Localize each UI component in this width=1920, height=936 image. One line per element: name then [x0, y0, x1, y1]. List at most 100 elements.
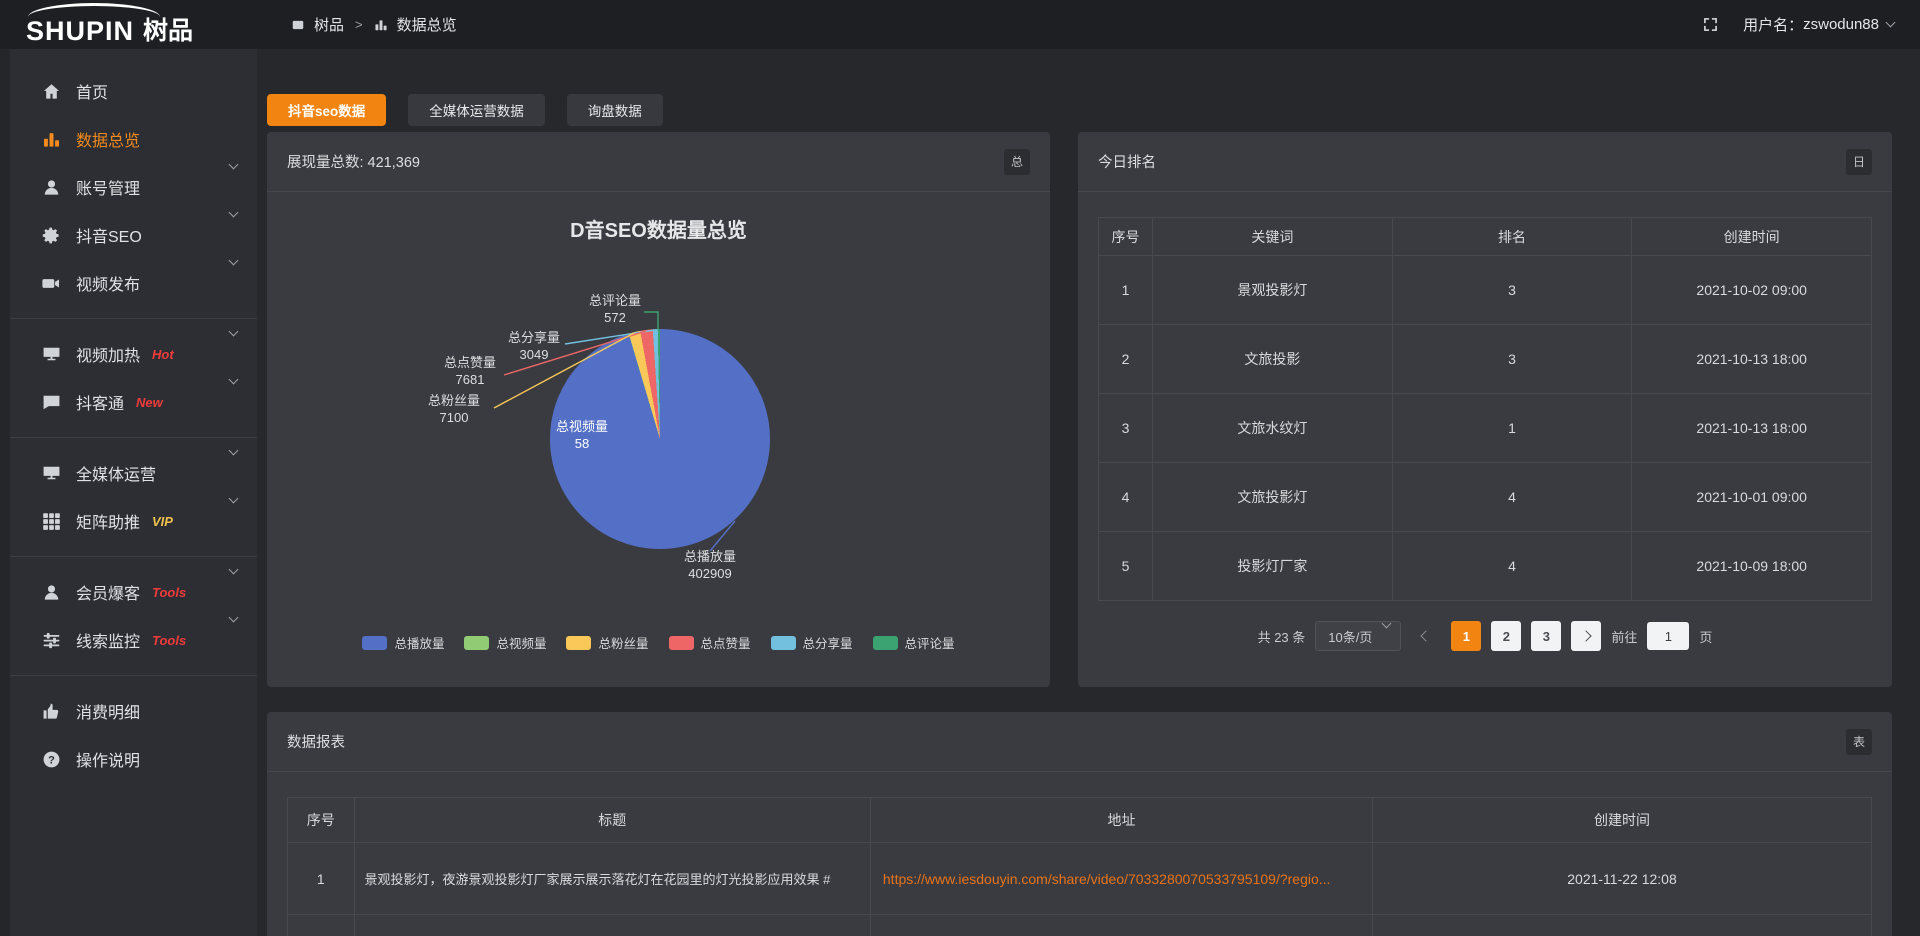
pie-label-likes: 总点赞量7681 — [427, 354, 513, 388]
hot-badge: Hot — [152, 347, 174, 362]
pagination: 共 23 条 10条/页 1 2 3 前往 页 — [1098, 621, 1872, 651]
legend-item-comments[interactable]: 总评论量 — [873, 633, 955, 652]
rank-table: 序号 关键词 排名 创建时间 1 景观投影灯 3 2021-10-02 09:0… — [1098, 217, 1872, 601]
sidebar-item-label: 视频加热 — [76, 342, 140, 366]
legend-item-likes[interactable]: 总点赞量 — [669, 633, 751, 652]
col-header: 关键词 — [1153, 218, 1393, 256]
rank-panel-title: 今日排名 — [1098, 151, 1156, 172]
chart-title: D音SEO数据量总览 — [267, 214, 1050, 243]
cell: 投影灯厂家 — [1153, 532, 1393, 601]
pie-label-videos: 总视频量58 — [535, 418, 629, 452]
table-row: 1 景观投影灯，夜游景观投影灯厂家展示展示落花灯在花园里的灯光投影应用效果 # … — [288, 843, 1872, 915]
sidebar-item-member[interactable]: 会员爆客 Tools — [0, 568, 257, 616]
user-icon — [42, 583, 61, 602]
sidebar-item-video-publish[interactable]: 视频发布 — [0, 259, 257, 307]
topbar-right: 用户名： zswodun88 — [1702, 14, 1894, 35]
today-rank-panel: 今日排名 日 序号 关键词 排名 创建时间 1 景观投影灯 3 — [1078, 132, 1892, 687]
cell — [870, 915, 1372, 936]
breadcrumb-item-overview[interactable]: 数据总览 — [397, 14, 457, 35]
gear-icon — [42, 226, 61, 245]
table-badge-button[interactable]: 表 — [1846, 729, 1872, 755]
tab-inquiry-data[interactable]: 询盘数据 — [567, 94, 663, 126]
legend-item-videos[interactable]: 总视频量 — [464, 633, 546, 652]
monitor-icon — [42, 464, 61, 483]
sidebar-item-clue-monitor[interactable]: 线索监控 Tools — [0, 616, 257, 664]
chevron-down-icon — [1886, 18, 1896, 28]
cell: 4 — [1099, 463, 1153, 532]
sidebar-item-douketong[interactable]: 抖客通 New — [0, 378, 257, 426]
seo-chart-panel: 展现量总数: 421,369 总 D音SEO数据量总览 总评论量572 总分享量… — [267, 132, 1050, 687]
tab-douyin-seo-data[interactable]: 抖音seo数据 — [267, 94, 386, 126]
legend-item-plays[interactable]: 总播放量 — [362, 633, 444, 652]
sidebar-item-matrix-boost[interactable]: 矩阵助推 VIP — [0, 497, 257, 545]
cell: 2021-10-13 18:00 — [1632, 325, 1872, 394]
fullscreen-icon[interactable] — [1702, 16, 1719, 33]
page-button-1[interactable]: 1 — [1451, 621, 1481, 651]
page-size-select[interactable]: 10条/页 — [1315, 621, 1401, 651]
total-badge-button[interactable]: 总 — [1004, 149, 1030, 175]
col-header: 序号 — [288, 798, 355, 843]
sidebar-item-douyin-seo[interactable]: 抖音SEO — [0, 211, 257, 259]
pagination-total: 共 23 条 — [1258, 627, 1306, 646]
bar-chart-icon — [374, 18, 388, 32]
page-button-2[interactable]: 2 — [1491, 621, 1521, 651]
day-badge-button[interactable]: 日 — [1846, 149, 1872, 175]
sidebar-item-label: 数据总览 — [76, 127, 140, 151]
legend-swatch — [566, 636, 591, 650]
pie-chart-region: D音SEO数据量总览 总评论量572 总分享量3049 总点赞量7681 — [267, 192, 1050, 686]
report-table: 序号 标题 地址 创建时间 1 景观投影灯，夜游景观投影灯厂家展示展示落花灯在花… — [287, 797, 1872, 936]
sidebar-item-account[interactable]: 账号管理 — [0, 163, 257, 211]
cell: 2021-10-13 18:00 — [1632, 394, 1872, 463]
user-icon — [42, 178, 61, 197]
cell: 文旅水纹灯 — [1153, 394, 1393, 463]
tab-media-ops-data[interactable]: 全媒体运营数据 — [408, 94, 545, 126]
new-badge: New — [136, 395, 163, 410]
goto-page-input[interactable] — [1647, 622, 1689, 650]
topbar: SHUPIN 树品 树品 > 数据总览 用户名： zswodun88 — [0, 0, 1920, 49]
svg-text:?: ? — [48, 754, 55, 766]
sidebar-item-home[interactable]: 首页 — [0, 67, 257, 115]
app-logo[interactable]: SHUPIN 树品 — [26, 3, 193, 47]
logo-text-en: SHUPIN — [26, 16, 134, 47]
sidebar-divider — [0, 556, 257, 557]
col-header: 排名 — [1392, 218, 1632, 256]
goto-suffix: 页 — [1699, 627, 1712, 646]
sidebar: 首页 数据总览 账号管理 抖音SEO 视频发布 视频加热 Hot 抖客通 New… — [0, 49, 257, 936]
breadcrumb-item-shupin[interactable]: 树品 — [314, 14, 344, 35]
tools-badge: Tools — [152, 633, 186, 648]
cell: 1 — [288, 843, 355, 915]
cell: 文旅投影 — [1153, 325, 1393, 394]
cell: 4 — [1392, 463, 1632, 532]
user-menu[interactable]: 用户名： zswodun88 — [1743, 14, 1894, 35]
legend-item-shares[interactable]: 总分享量 — [771, 633, 853, 652]
video-link[interactable]: https://www.iesdouyin.com/share/video/70… — [883, 871, 1331, 887]
table-row: 4 文旅投影灯 4 2021-10-01 09:00 — [1099, 463, 1872, 532]
legend-item-fans[interactable]: 总粉丝量 — [566, 633, 648, 652]
legend-swatch — [771, 636, 796, 650]
tools-badge: Tools — [152, 585, 186, 600]
sidebar-item-video-heat[interactable]: 视频加热 Hot — [0, 330, 257, 378]
legend-swatch — [669, 636, 694, 650]
breadcrumb: 树品 > 数据总览 — [291, 14, 457, 35]
total-impressions-label: 展现量总数: 421,369 — [287, 151, 420, 172]
cell — [1373, 915, 1872, 936]
cell: 2021-10-09 18:00 — [1632, 532, 1872, 601]
cell: 2 — [1099, 325, 1153, 394]
chat-icon — [42, 393, 61, 412]
monitor-icon — [42, 345, 61, 364]
question-circle-icon: ? — [42, 750, 61, 769]
bar-chart-icon — [42, 130, 61, 149]
sidebar-item-consume-detail[interactable]: 消费明细 — [0, 687, 257, 735]
col-header: 创建时间 — [1373, 798, 1872, 843]
cell — [288, 915, 355, 936]
next-page-button[interactable] — [1571, 621, 1601, 651]
sidebar-divider — [0, 318, 257, 319]
sidebar-item-media-ops[interactable]: 全媒体运营 — [0, 449, 257, 497]
page-button-3[interactable]: 3 — [1531, 621, 1561, 651]
username-label: 用户名： — [1743, 14, 1803, 35]
sidebar-item-label: 线索监控 — [76, 628, 140, 652]
sidebar-item-data-overview[interactable]: 数据总览 — [0, 115, 257, 163]
prev-page-button[interactable] — [1411, 621, 1441, 651]
table-row: 1 景观投影灯 3 2021-10-02 09:00 — [1099, 256, 1872, 325]
sidebar-item-help[interactable]: ? 操作说明 — [0, 735, 257, 783]
